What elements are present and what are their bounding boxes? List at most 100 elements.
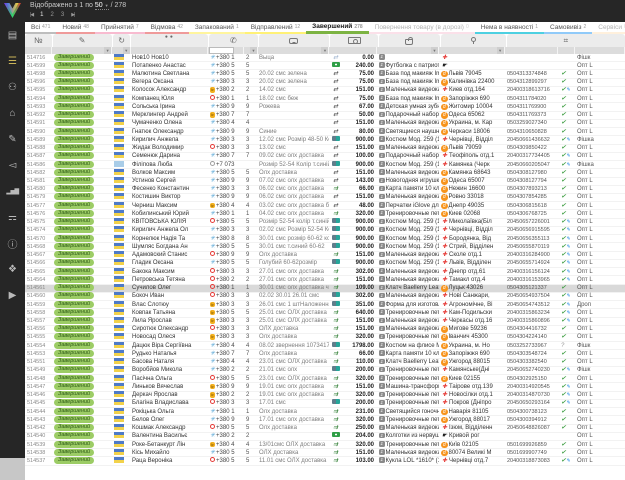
payment-received-icon: ⇉	[331, 350, 340, 358]
order-amount: 67.00	[340, 103, 377, 111]
payment-transfer-icon: ⇄	[331, 128, 340, 136]
order-amount: 900.00	[340, 218, 377, 226]
phone-number: +380 9	[216, 178, 235, 184]
header-cell-phone[interactable]: ✆	[209, 34, 257, 47]
tab-9[interactable]: Нема в наявності1	[475, 22, 544, 34]
quantity-badge: 1	[379, 120, 385, 126]
sidebar-item-info[interactable]: ⓘ	[0, 230, 25, 256]
status-badge: Завершений	[54, 292, 94, 299]
self-pickup-icon: ☛	[441, 432, 448, 440]
header-cell-source[interactable]: ↻	[113, 34, 131, 47]
tab-5[interactable]: Запакований1	[189, 22, 245, 34]
edit-icon: ✎	[566, 260, 570, 266]
product-name: Костюм Мод. 259 (1шт. x 900.00	[386, 244, 439, 250]
sidebar-item-orders[interactable]: ☰	[0, 48, 25, 74]
header-cell-order-id[interactable]: №	[25, 34, 52, 47]
sidebar-item-dashboard[interactable]: ▤	[0, 22, 25, 48]
delivery-service-icon: d	[441, 186, 448, 193]
first-page-icon[interactable]: |◀	[30, 12, 33, 18]
check-icon: ✔	[561, 417, 566, 423]
filter-dropdown-icon[interactable]: ▼	[104, 47, 111, 54]
manager-tag: Фішк	[575, 366, 625, 374]
quantity-badge: 1	[379, 342, 385, 348]
sidebar-item-statistics[interactable]: ▂▅▇	[0, 178, 25, 204]
delivery-city: Іванчич 45300	[449, 334, 488, 340]
tab-2[interactable]: Новий48	[56, 22, 95, 34]
delivery-city: Чернівці, Відділ	[449, 137, 493, 143]
table-row[interactable]: 514537ЗавершенийРаца Вероніка+380 5511.0…	[25, 457, 625, 465]
header-cell-comment[interactable]	[259, 34, 330, 47]
sidebar-item-video[interactable]: ▶	[0, 282, 25, 308]
ttn-number: 0504309850422	[505, 144, 559, 152]
tab-10[interactable]: Самовивіз2	[544, 22, 592, 34]
ukrposhta-icon: ✚	[441, 152, 448, 160]
tab-label: Всі	[31, 24, 40, 31]
tab-count: 1	[236, 24, 239, 30]
phone-number: +380 5	[216, 310, 235, 316]
header-cell-product[interactable]	[379, 34, 440, 47]
orders-count: 5	[244, 70, 257, 78]
tab-3[interactable]: Прийнятий7	[95, 22, 145, 34]
ukraine-flag-icon	[114, 309, 124, 315]
tab-7[interactable]: Завершений278	[306, 22, 368, 34]
status-badge: Завершений	[54, 161, 94, 168]
page-size-dropdown[interactable]: 50 ▼	[95, 2, 109, 10]
filter-dropdown-icon[interactable]: ▼	[321, 47, 328, 54]
filter-dropdown-icon[interactable]: ▼	[123, 47, 130, 54]
client-name: Гнатюк Олександр	[130, 128, 208, 136]
header-cell-payment[interactable]	[330, 34, 377, 47]
tab-4[interactable]: Відмова42	[145, 22, 189, 34]
tab-8[interactable]: Повернення товару (в дорозі)0	[369, 22, 475, 34]
sidebar-item-crm[interactable]: ✎	[0, 126, 25, 152]
client-name: Компанец Юля	[130, 95, 208, 103]
app-logo-icon[interactable]	[4, 3, 21, 18]
quantity-badge: 1	[379, 70, 385, 76]
comment: Олх доставка	[257, 408, 329, 416]
olx-icon	[210, 325, 215, 330]
payment-card-icon	[331, 292, 340, 300]
delivery-city: Сколе отд.1	[449, 252, 482, 258]
product-cell: 1Клатч Baellerry Leather *1487* (1	[377, 358, 439, 366]
sidebar-collapse-button[interactable]	[0, 458, 25, 480]
messenger-icon: ✳	[210, 70, 215, 78]
olx-icon	[210, 284, 215, 289]
page-3[interactable]: 3	[61, 12, 64, 18]
delivery-cell: dНаварія 81105	[439, 408, 505, 416]
ukrposhta-icon: ✚	[441, 301, 448, 309]
comment: 30.01 смс розмір 60-62 ко	[257, 235, 329, 243]
check-icon: ✔	[561, 351, 566, 357]
orders-count: 5	[244, 309, 257, 317]
product-name: Форма для изготовления садов	[386, 302, 439, 308]
sidebar-item-finance[interactable]: ⌂	[0, 100, 25, 126]
status-cell: Завершений	[52, 441, 112, 449]
tab-11[interactable]: Сервіси0	[592, 22, 625, 34]
status-badge: Завершений	[54, 432, 94, 439]
orders-count: 2	[244, 366, 257, 374]
last-page-icon[interactable]: ▶|	[71, 12, 74, 18]
filter-dropdown-icon[interactable]: ▼	[250, 47, 257, 54]
sidebar-item-security[interactable]: ❖	[0, 256, 25, 282]
header-cell-ttn[interactable]: ⌗	[507, 34, 625, 47]
client-name: Корнелюк Надія Та	[130, 235, 208, 243]
tab-6[interactable]: Відправлений12	[245, 22, 306, 34]
sidebar-item-settings[interactable]: ⚎	[0, 204, 25, 230]
filter-dropdown-icon[interactable]: ▼	[431, 47, 438, 54]
header-cell-client[interactable]	[131, 34, 208, 47]
page-1[interactable]: 1	[40, 12, 43, 18]
order-amount: 75.00	[340, 78, 377, 86]
sidebar-item-marketing[interactable]: ◅	[0, 152, 25, 178]
phone-filter-input[interactable]	[209, 47, 234, 54]
payment-card-icon	[332, 259, 340, 264]
sidebar-item-clients[interactable]: ⚇	[0, 74, 25, 100]
delivery-cell: dУкраина, м. Кар	[439, 119, 505, 127]
header-cell-status[interactable]: ✎	[53, 34, 112, 47]
ukraine-flag-icon	[114, 226, 124, 232]
payment-cell: 302.00	[329, 292, 377, 300]
shop-badge-icon: lc	[210, 302, 215, 308]
filter-dropdown-icon[interactable]: ▼	[497, 47, 504, 54]
order-amount: 320.00	[340, 391, 377, 399]
tab-1[interactable]: Всі471	[25, 22, 56, 34]
page-2[interactable]: 2	[51, 12, 54, 18]
header-cell-delivery[interactable]	[441, 34, 506, 47]
phone-number: +380 5	[216, 260, 235, 266]
